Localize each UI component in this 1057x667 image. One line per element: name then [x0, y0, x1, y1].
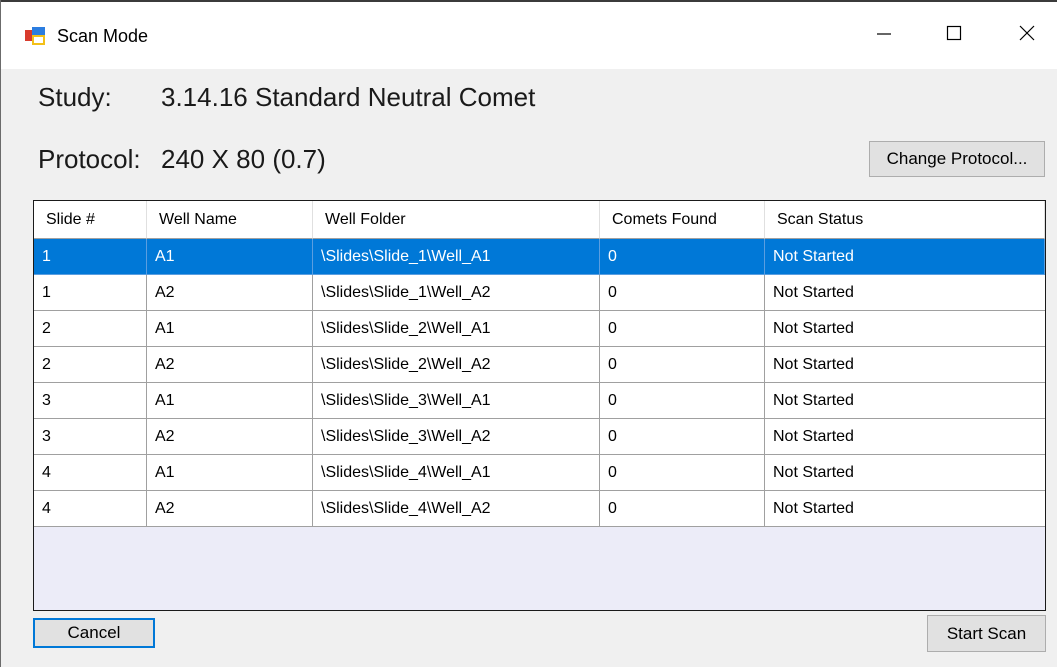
cell-comets-found[interactable]: 0: [600, 239, 765, 275]
cell-scan-status[interactable]: Not Started: [765, 311, 1045, 347]
cell-well-name[interactable]: A1: [147, 383, 313, 419]
study-value: 3.14.16 Standard Neutral Comet: [161, 82, 536, 112]
cell-well-name[interactable]: A2: [147, 347, 313, 383]
cell-well-folder[interactable]: \Slides\Slide_1\Well_A2: [313, 275, 600, 311]
cell-slide[interactable]: 1: [34, 239, 147, 275]
cell-comets-found[interactable]: 0: [600, 455, 765, 491]
cell-comets-found[interactable]: 0: [600, 491, 765, 527]
column-header-scan-status[interactable]: Scan Status: [765, 201, 1045, 239]
start-scan-button[interactable]: Start Scan: [927, 615, 1046, 652]
cell-well-name[interactable]: A2: [147, 275, 313, 311]
scan-mode-window: Scan Mode Study: 3.14.16 Standard Neutra…: [1, 2, 1057, 667]
change-protocol-button[interactable]: Change Protocol...: [869, 141, 1045, 177]
cell-scan-status[interactable]: Not Started: [765, 347, 1045, 383]
cell-scan-status[interactable]: Not Started: [765, 383, 1045, 419]
table-row[interactable]: 4 A1 \Slides\Slide_4\Well_A1 0 Not Start…: [34, 455, 1045, 491]
cell-slide[interactable]: 1: [34, 275, 147, 311]
close-button[interactable]: [999, 2, 1055, 69]
grid-header: Slide # Well Name Well Folder Comets Fou…: [34, 201, 1045, 239]
table-row[interactable]: 2 A1 \Slides\Slide_2\Well_A1 0 Not Start…: [34, 311, 1045, 347]
cell-comets-found[interactable]: 0: [600, 311, 765, 347]
wells-grid[interactable]: Slide # Well Name Well Folder Comets Fou…: [33, 200, 1046, 611]
table-row[interactable]: 3 A2 \Slides\Slide_3\Well_A2 0 Not Start…: [34, 419, 1045, 455]
column-header-well-folder[interactable]: Well Folder: [313, 201, 600, 239]
cell-well-folder[interactable]: \Slides\Slide_1\Well_A1: [313, 239, 600, 275]
table-row[interactable]: 1 A1 \Slides\Slide_1\Well_A1 0 Not Start…: [34, 239, 1045, 275]
cell-comets-found[interactable]: 0: [600, 275, 765, 311]
minimize-icon: [876, 25, 892, 46]
cell-slide[interactable]: 2: [34, 311, 147, 347]
close-icon: [1019, 25, 1035, 46]
cell-slide[interactable]: 4: [34, 455, 147, 491]
study-label: Study:: [38, 82, 112, 112]
cell-scan-status[interactable]: Not Started: [765, 275, 1045, 311]
cell-scan-status[interactable]: Not Started: [765, 491, 1045, 527]
protocol-value: 240 X 80 (0.7): [161, 144, 326, 174]
cell-slide[interactable]: 3: [34, 419, 147, 455]
table-row[interactable]: 1 A2 \Slides\Slide_1\Well_A2 0 Not Start…: [34, 275, 1045, 311]
app-window-icon: [25, 27, 45, 45]
cell-well-folder[interactable]: \Slides\Slide_2\Well_A2: [313, 347, 600, 383]
cell-well-folder[interactable]: \Slides\Slide_4\Well_A2: [313, 491, 600, 527]
table-row[interactable]: 3 A1 \Slides\Slide_3\Well_A1 0 Not Start…: [34, 383, 1045, 419]
cell-well-name[interactable]: A2: [147, 419, 313, 455]
cell-scan-status[interactable]: Not Started: [765, 419, 1045, 455]
cell-well-name[interactable]: A1: [147, 239, 313, 275]
minimize-button[interactable]: [856, 2, 912, 69]
maximize-icon: [946, 25, 962, 46]
column-header-comets-found[interactable]: Comets Found: [600, 201, 765, 239]
cell-comets-found[interactable]: 0: [600, 383, 765, 419]
cell-well-name[interactable]: A1: [147, 455, 313, 491]
column-header-slide[interactable]: Slide #: [34, 201, 147, 239]
title-bar[interactable]: Scan Mode: [1, 2, 1057, 69]
cell-well-folder[interactable]: \Slides\Slide_3\Well_A2: [313, 419, 600, 455]
cell-well-name[interactable]: A2: [147, 491, 313, 527]
cell-slide[interactable]: 2: [34, 347, 147, 383]
cell-well-folder[interactable]: \Slides\Slide_3\Well_A1: [313, 383, 600, 419]
cell-comets-found[interactable]: 0: [600, 347, 765, 383]
cancel-button[interactable]: Cancel: [33, 618, 155, 648]
cell-comets-found[interactable]: 0: [600, 419, 765, 455]
table-row[interactable]: 4 A2 \Slides\Slide_4\Well_A2 0 Not Start…: [34, 491, 1045, 527]
protocol-label: Protocol:: [38, 144, 141, 174]
cell-well-name[interactable]: A1: [147, 311, 313, 347]
maximize-button[interactable]: [926, 2, 982, 69]
cell-well-folder[interactable]: \Slides\Slide_4\Well_A1: [313, 455, 600, 491]
table-row[interactable]: 2 A2 \Slides\Slide_2\Well_A2 0 Not Start…: [34, 347, 1045, 383]
column-header-well-name[interactable]: Well Name: [147, 201, 313, 239]
cell-scan-status[interactable]: Not Started: [765, 455, 1045, 491]
cell-well-folder[interactable]: \Slides\Slide_2\Well_A1: [313, 311, 600, 347]
cell-slide[interactable]: 3: [34, 383, 147, 419]
cell-scan-status[interactable]: Not Started: [765, 239, 1045, 275]
cell-slide[interactable]: 4: [34, 491, 147, 527]
window-title: Scan Mode: [57, 26, 149, 46]
